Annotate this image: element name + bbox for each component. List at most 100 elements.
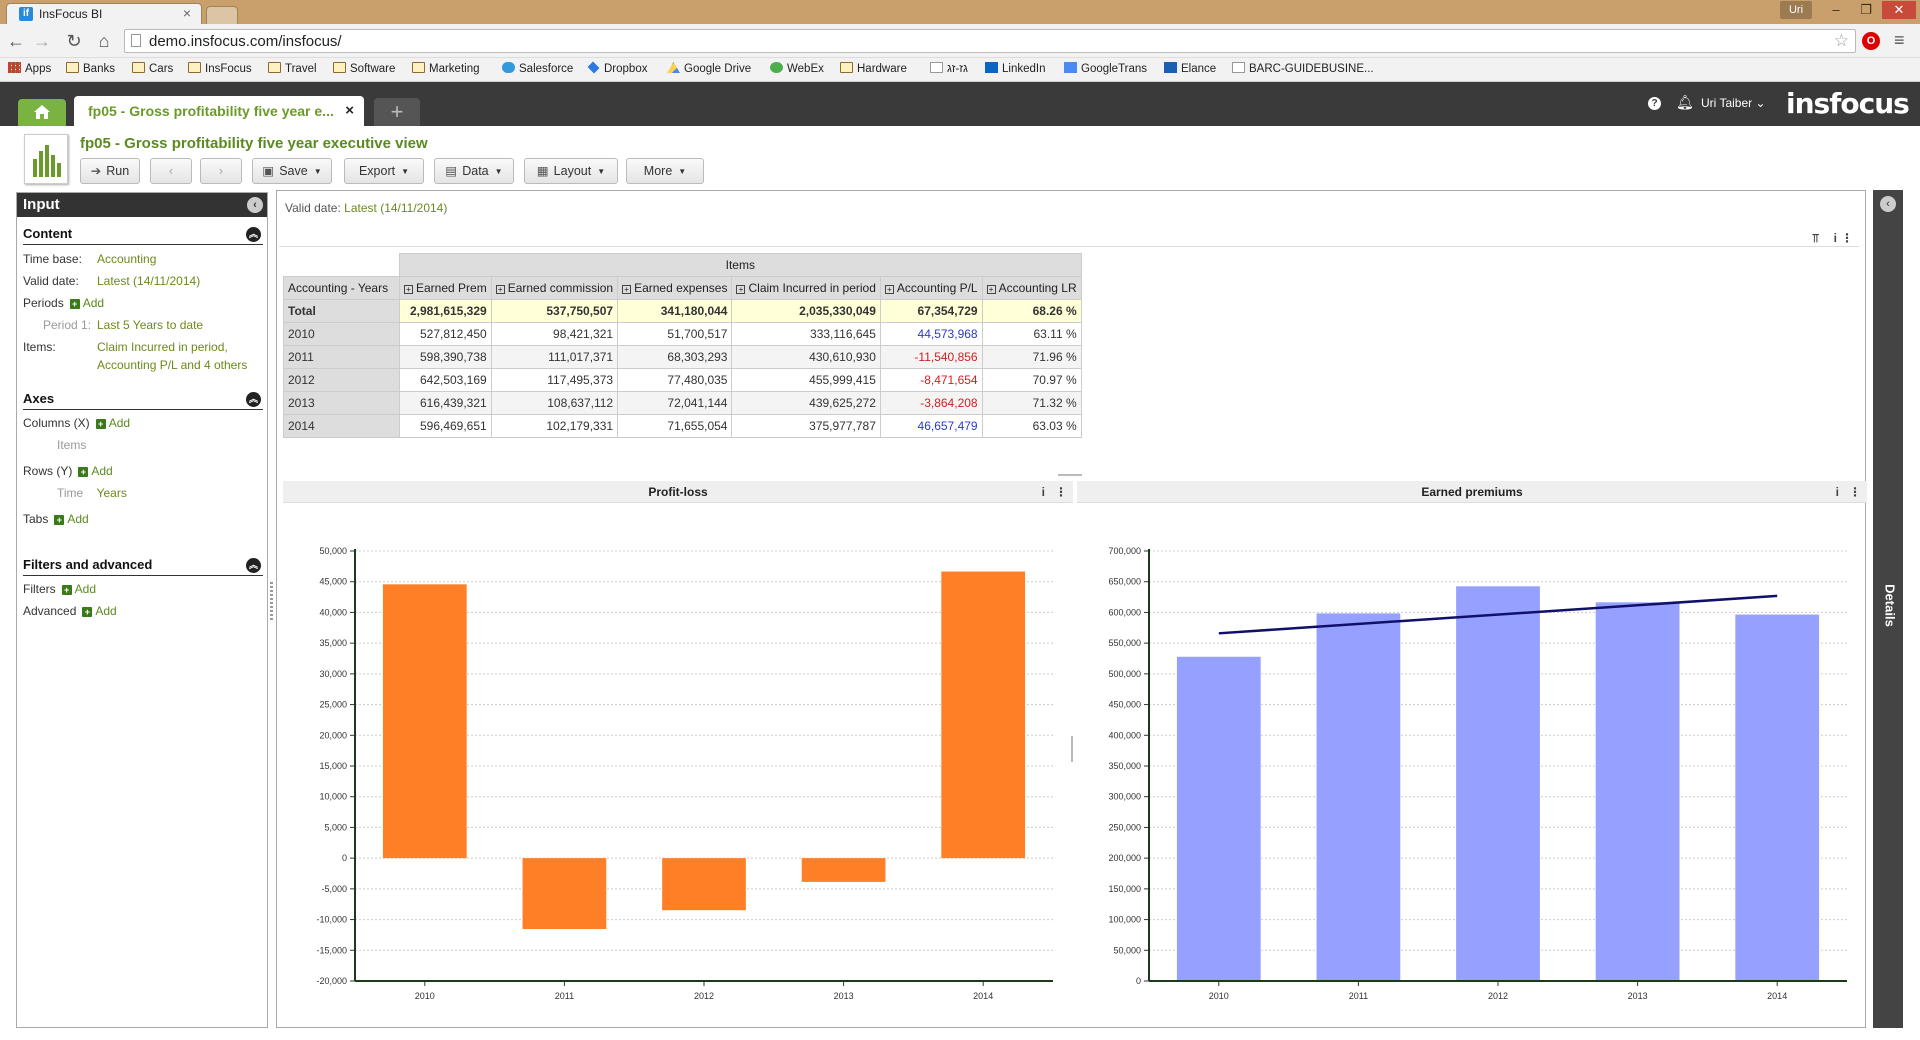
- column-header[interactable]: + Accounting P/L: [879, 276, 983, 300]
- table-cell[interactable]: 70.97 %: [981, 368, 1082, 392]
- notification-bell-icon[interactable]: 🔔︎: [1676, 94, 1694, 111]
- period-1-value[interactable]: Last 5 Years to date: [97, 318, 203, 332]
- table-cell[interactable]: -8,471,654: [879, 368, 983, 392]
- extension-icon[interactable]: O: [1862, 32, 1880, 50]
- table-cell[interactable]: 67,354,729: [879, 299, 983, 323]
- content-section-header[interactable]: Content ︽: [23, 226, 263, 245]
- time-base-value[interactable]: Accounting: [97, 252, 156, 266]
- table-cell[interactable]: 72,041,144: [617, 391, 733, 415]
- add-tab-axis-button[interactable]: + Add: [48, 512, 89, 526]
- table-cell[interactable]: 527,812,450: [399, 322, 492, 346]
- table-cell[interactable]: 68.26 %: [981, 299, 1082, 323]
- expand-icon[interactable]: +: [736, 285, 746, 294]
- bookmark-salesforce[interactable]: Salesforce: [502, 62, 573, 75]
- table-cell[interactable]: 98,421,321: [490, 322, 619, 346]
- kebab-menu-icon[interactable]: ⋮: [1841, 231, 1853, 245]
- report-tab[interactable]: fp05 - Gross profitability five year e..…: [74, 96, 364, 126]
- row-header[interactable]: Total: [283, 299, 400, 323]
- column-header[interactable]: + Earned expenses: [617, 276, 733, 300]
- layout-button[interactable]: ▦ Layout ▼: [524, 158, 618, 184]
- bookmark-star-icon[interactable]: ☆: [1834, 31, 1849, 51]
- home-tab[interactable]: [18, 99, 66, 126]
- table-cell[interactable]: 44,573,968: [879, 322, 983, 346]
- vertical-splitter-handle[interactable]: [1071, 736, 1073, 762]
- more-button[interactable]: More ▼: [626, 158, 704, 184]
- bookmark-webex[interactable]: WebEx: [770, 62, 824, 75]
- table-cell[interactable]: 455,999,415: [731, 368, 881, 392]
- kebab-menu-icon[interactable]: ⋮: [1849, 485, 1861, 499]
- filters-section-header[interactable]: Filters and advanced ︽: [23, 557, 263, 576]
- table-cell[interactable]: 71.96 %: [981, 345, 1082, 369]
- bookmark-travel[interactable]: Travel: [268, 62, 317, 75]
- table-cell[interactable]: 77,480,035: [617, 368, 733, 392]
- maximize-icon[interactable]: ❐: [1852, 1, 1880, 19]
- details-panel[interactable]: ‹ Details: [1873, 190, 1903, 1028]
- bookmark-hebrew[interactable]: גז-זג: [930, 62, 968, 75]
- help-icon[interactable]: ?: [1648, 97, 1661, 110]
- expand-icon[interactable]: +: [404, 285, 413, 294]
- expand-icon[interactable]: +: [986, 285, 996, 294]
- row-header[interactable]: 2012: [283, 368, 400, 392]
- row-header[interactable]: 2013: [283, 391, 400, 415]
- bookmark-insfocus[interactable]: InsFocus: [188, 62, 252, 75]
- table-cell[interactable]: 375,977,787: [731, 414, 881, 438]
- column-header[interactable]: + Earned commission: [490, 276, 619, 300]
- add-column-button[interactable]: + Add: [90, 416, 130, 430]
- add-row-button[interactable]: + Add: [72, 464, 113, 478]
- add-filter-button[interactable]: + Add: [56, 582, 96, 596]
- row-header[interactable]: 2011: [283, 345, 400, 369]
- next-button[interactable]: ›: [200, 158, 242, 184]
- forward-icon[interactable]: →: [32, 31, 52, 51]
- bookmark-linkedin[interactable]: LinkedIn: [985, 62, 1045, 75]
- address-bar[interactable]: demo.insfocus.com/insfocus/ ☆: [124, 29, 1856, 53]
- info-icon[interactable]: i: [1836, 485, 1839, 499]
- corner-header[interactable]: Accounting - Years: [283, 276, 400, 300]
- bookmark-software[interactable]: Software: [333, 62, 395, 75]
- collapse-up-icon[interactable]: ︽: [246, 392, 261, 407]
- table-cell[interactable]: 108,637,112: [490, 391, 619, 415]
- table-cell[interactable]: 642,503,169: [399, 368, 492, 392]
- table-cell[interactable]: 430,610,930: [731, 345, 881, 369]
- columns-item[interactable]: Items: [57, 438, 86, 452]
- horizontal-splitter-handle[interactable]: [1058, 474, 1082, 476]
- items-value-line2[interactable]: Accounting P/L and 4 others: [97, 358, 247, 372]
- add-period-button[interactable]: + Add: [64, 296, 104, 310]
- collapse-up-icon[interactable]: ︽: [246, 227, 261, 242]
- table-cell[interactable]: 596,469,651: [399, 414, 492, 438]
- bookmark-banks[interactable]: Banks: [66, 62, 115, 75]
- expand-icon[interactable]: +: [495, 285, 505, 294]
- bookmark-google-drive[interactable]: Google Drive: [667, 62, 751, 75]
- row-header[interactable]: 2014: [283, 414, 400, 438]
- items-value-line1[interactable]: Claim Incurred in period,: [97, 340, 228, 354]
- table-cell[interactable]: 46,657,479: [879, 414, 983, 438]
- table-cell[interactable]: 102,179,331: [490, 414, 619, 438]
- rows-item[interactable]: Time Years: [57, 486, 127, 500]
- row-header[interactable]: 2010: [283, 322, 400, 346]
- collapse-left-icon[interactable]: ‹: [247, 197, 263, 213]
- table-cell[interactable]: 2,981,615,329: [399, 299, 492, 323]
- expand-icon[interactable]: +: [884, 285, 894, 294]
- info-icon[interactable]: i: [1834, 231, 1837, 245]
- back-icon[interactable]: ←: [6, 31, 26, 51]
- table-cell[interactable]: 111,017,371: [490, 345, 619, 369]
- kebab-menu-icon[interactable]: ⋮: [1055, 485, 1067, 499]
- table-cell[interactable]: 341,180,044: [617, 299, 733, 323]
- close-tab-icon[interactable]: ×: [183, 5, 191, 21]
- table-cell[interactable]: -3,864,208: [879, 391, 983, 415]
- table-cell[interactable]: 68,303,293: [617, 345, 733, 369]
- collapse-up-icon[interactable]: ︽: [246, 558, 261, 573]
- browser-user-badge[interactable]: Uri: [1780, 1, 1812, 19]
- expand-icon[interactable]: +: [622, 285, 632, 294]
- column-header[interactable]: + Earned Prem: [399, 276, 492, 300]
- close-window-icon[interactable]: ✕: [1882, 1, 1916, 19]
- bookmark-googletrans[interactable]: GoogleTrans: [1064, 62, 1147, 75]
- bookmark-marketing[interactable]: Marketing: [412, 62, 480, 75]
- user-menu[interactable]: Uri Taiber ⌄: [1701, 96, 1766, 110]
- table-cell[interactable]: 117,495,373: [490, 368, 619, 392]
- run-button[interactable]: ➔ Run: [80, 158, 140, 184]
- new-tab-button[interactable]: [206, 6, 238, 24]
- table-cell[interactable]: 63.03 %: [981, 414, 1082, 438]
- add-tab-button[interactable]: +: [374, 98, 420, 126]
- format-icon[interactable]: ⫪: [1812, 231, 1819, 246]
- table-cell[interactable]: 71,655,054: [617, 414, 733, 438]
